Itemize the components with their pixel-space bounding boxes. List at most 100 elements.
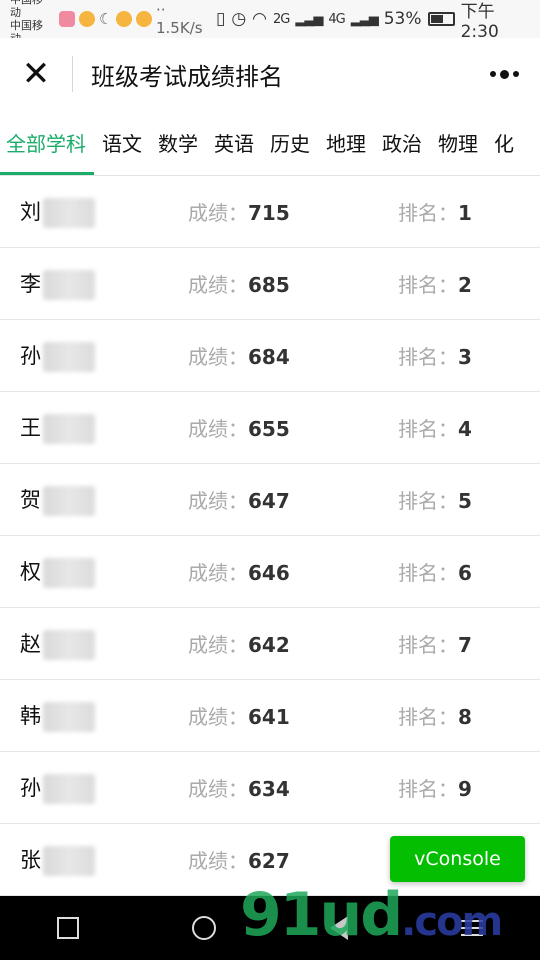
- list-item[interactable]: 刘驰 成绩：715 排名：1: [0, 176, 540, 248]
- tab-8[interactable]: 化: [486, 110, 522, 175]
- score-label: 成绩：: [188, 633, 248, 657]
- score-field: 成绩：655: [188, 413, 290, 442]
- tab-2[interactable]: 数学: [150, 110, 206, 175]
- score-value: 684: [248, 345, 290, 369]
- name-redaction: [43, 197, 95, 228]
- more-icon: [499, 69, 509, 79]
- battery-icon: [427, 12, 455, 26]
- score-value: 642: [248, 633, 290, 657]
- score-value: 641: [248, 705, 290, 729]
- student-name: 李: [20, 268, 95, 300]
- student-name-first: 赵: [20, 631, 41, 656]
- score-field: 成绩：641: [188, 701, 290, 730]
- student-name: 孙: [20, 772, 95, 804]
- list-item[interactable]: 贺 成绩：647 排名：5: [0, 464, 540, 536]
- list-item[interactable]: 孙 成绩：634 排名：9: [0, 752, 540, 824]
- student-name-first: 王: [20, 415, 41, 440]
- rank-label: 排名：: [398, 777, 458, 801]
- list-item[interactable]: 孙 成绩：684 排名：3: [0, 320, 540, 392]
- rank-field: 排名：3: [398, 341, 472, 370]
- rank-label: 排名：: [398, 489, 458, 513]
- vconsole-button[interactable]: vConsole: [390, 836, 525, 882]
- page-title: 班级考试成绩排名: [91, 62, 283, 91]
- signal-2g-label: 2G: [273, 11, 290, 27]
- battery-level: [430, 15, 444, 23]
- score-field: 成绩：646: [188, 557, 290, 586]
- score-field: 成绩：647: [188, 485, 290, 514]
- close-button[interactable]: ✕: [0, 38, 72, 110]
- home-icon[interactable]: [192, 916, 217, 940]
- name-redaction: [43, 485, 95, 516]
- list-item[interactable]: 赵 成绩：642 排名：7: [0, 608, 540, 680]
- rank-field: 排名：2: [398, 269, 472, 298]
- tab-7[interactable]: 物理: [430, 110, 486, 175]
- watermark-logo: 91ud.com: [240, 880, 503, 950]
- student-name: 韩丽: [20, 700, 95, 732]
- student-name-first: 孙: [20, 343, 41, 368]
- score-field: 成绩：634: [188, 773, 290, 802]
- recent-apps-icon[interactable]: [56, 917, 79, 939]
- student-name: 权: [20, 556, 95, 588]
- rank-value: 7: [458, 633, 472, 657]
- rank-value: 1: [458, 201, 472, 225]
- subject-tabs: 全部学科 语文 数学 英语 历史 地理 政治 物理化: [0, 110, 540, 176]
- tab-6[interactable]: 政治: [374, 110, 430, 175]
- title-bar: ✕ 班级考试成绩排名: [0, 38, 540, 110]
- rank-label: 排名：: [398, 561, 458, 585]
- rank-field: 排名：7: [398, 629, 472, 658]
- more-button[interactable]: [468, 38, 540, 110]
- score-field: 成绩：642: [188, 629, 290, 658]
- score-label: 成绩：: [188, 489, 248, 513]
- rank-label: 排名：: [398, 417, 458, 441]
- score-field: 成绩：627: [188, 845, 290, 874]
- tab-4[interactable]: 历史: [262, 110, 318, 175]
- score-label: 成绩：: [188, 561, 248, 585]
- name-redaction: [43, 341, 95, 372]
- student-name-first: 张: [20, 847, 41, 872]
- score-label: 成绩：: [188, 273, 248, 297]
- rank-value: 8: [458, 705, 472, 729]
- rank-field: 排名：1: [398, 197, 472, 226]
- tab-1[interactable]: 语文: [94, 110, 150, 175]
- name-redaction: [43, 413, 95, 444]
- weibo-icon: [136, 11, 152, 27]
- score-label: 成绩：: [188, 849, 248, 873]
- tab-5[interactable]: 地理: [318, 110, 374, 175]
- score-label: 成绩：: [188, 705, 248, 729]
- wifi-icon: ◠: [252, 9, 268, 29]
- score-label: 成绩：: [188, 345, 248, 369]
- rank-field: 排名：9: [398, 773, 472, 802]
- rank-label: 排名：: [398, 705, 458, 729]
- student-name-first: 李: [20, 271, 41, 296]
- score-value: 655: [248, 417, 290, 441]
- battery-percent: 53%: [383, 9, 422, 29]
- name-redaction: [43, 701, 95, 732]
- name-redaction: [43, 845, 95, 876]
- title-divider: [72, 56, 73, 92]
- list-item[interactable]: 李 成绩：685 排名：2: [0, 248, 540, 320]
- list-item[interactable]: 韩丽 成绩：641 排名：8: [0, 680, 540, 752]
- name-redaction: [43, 557, 95, 588]
- notification-icons: ☾ ·· 1.5K/s: [59, 1, 215, 37]
- score-value: 647: [248, 489, 290, 513]
- clock: 下午2:30: [460, 1, 499, 42]
- list-item[interactable]: 王雨 成绩：655 排名：4: [0, 392, 540, 464]
- rank-label: 排名：: [398, 633, 458, 657]
- rank-value: 9: [458, 777, 472, 801]
- student-name-first: 刘: [20, 199, 41, 224]
- rank-field: 排名：5: [398, 485, 472, 514]
- score-value: 627: [248, 849, 290, 873]
- score-value: 685: [248, 273, 290, 297]
- student-name-first: 权: [20, 559, 41, 584]
- carrier-label-1: 中国移动: [10, 0, 43, 19]
- weibo-icon: [116, 11, 133, 27]
- signal-icon: ▂▃▅: [295, 11, 323, 27]
- tab-3[interactable]: 英语: [206, 110, 262, 175]
- name-redaction: [43, 629, 95, 660]
- weibo-icon: [79, 11, 96, 27]
- tab-0[interactable]: 全部学科: [0, 110, 94, 175]
- list-item[interactable]: 权 成绩：646 排名：6: [0, 536, 540, 608]
- score-label: 成绩：: [188, 417, 248, 441]
- moon-icon: ☾: [99, 10, 113, 28]
- rank-field: 排名：6: [398, 557, 472, 586]
